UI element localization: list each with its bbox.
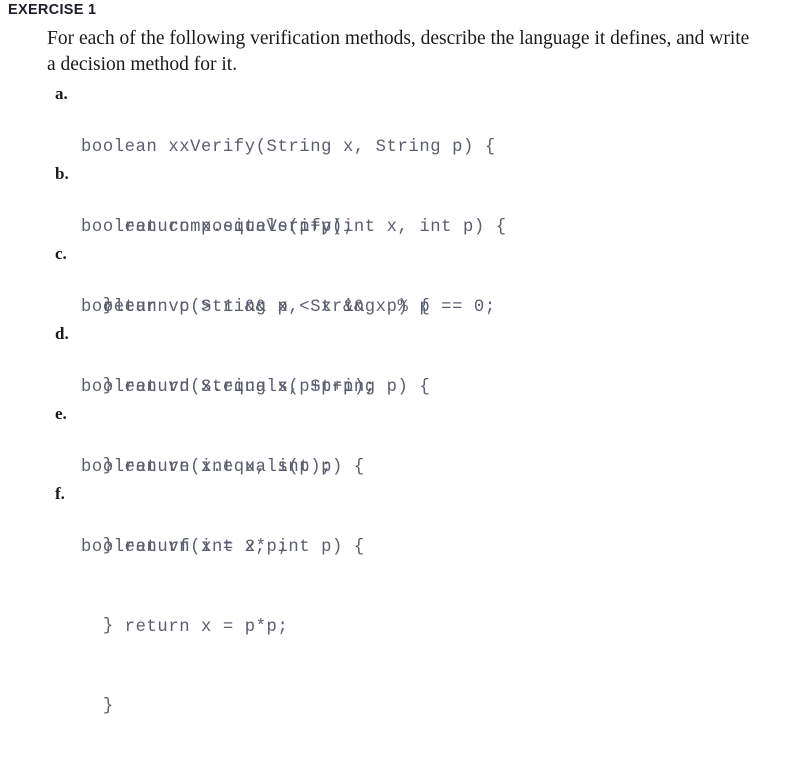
intro-line-1: For each of the following verification m… (47, 28, 750, 49)
code-block: boolean vf(int x, int p) { return x = p*… (81, 482, 365, 774)
list-item: e. boolean ve(int x, int p) { return x =… (0, 402, 788, 636)
list-item: c. boolean vc(String x, String p) { retu… (0, 242, 788, 476)
list-item-marker: c. (55, 244, 67, 263)
list-item: f. boolean vf(int x, int p) { return x =… (0, 482, 788, 716)
list-item-marker: d. (55, 324, 69, 343)
list-item: b. boolean compositeVerify(int x, int p)… (0, 162, 788, 396)
list-item-marker: f. (55, 484, 65, 503)
exercise-item-list: a. boolean xxVerify(String x, String p) … (0, 82, 788, 716)
code-line-signature: boolean vc(String x, String p) { (81, 298, 431, 317)
intro-paragraph: For each of the following verification m… (47, 26, 777, 78)
list-item: d. boolean vd(String x, String p) { retu… (0, 322, 788, 556)
code-line-signature: boolean xxVerify(String x, String p) { (81, 138, 496, 157)
code-line-signature: boolean vd(String x, String p) { (81, 378, 431, 397)
code-line-signature: boolean vf(int x, int p) { (81, 538, 365, 557)
code-line-signature: boolean ve(int x, int p) { (81, 458, 365, 477)
code-line-close: } (81, 697, 114, 716)
page-title: EXERCISE 1 (8, 2, 97, 18)
document-page: EXERCISE 1 For each of the following ver… (0, 0, 788, 716)
code-line-body: return x = p*p; (81, 617, 289, 637)
intro-line-2: a decision method for it. (47, 54, 238, 75)
list-item-marker: b. (55, 164, 69, 183)
list-item: a. boolean xxVerify(String x, String p) … (0, 82, 788, 316)
code-line-signature: boolean compositeVerify(int x, int p) { (81, 218, 507, 237)
list-item-marker: a. (55, 84, 68, 103)
list-item-marker: e. (55, 404, 67, 423)
